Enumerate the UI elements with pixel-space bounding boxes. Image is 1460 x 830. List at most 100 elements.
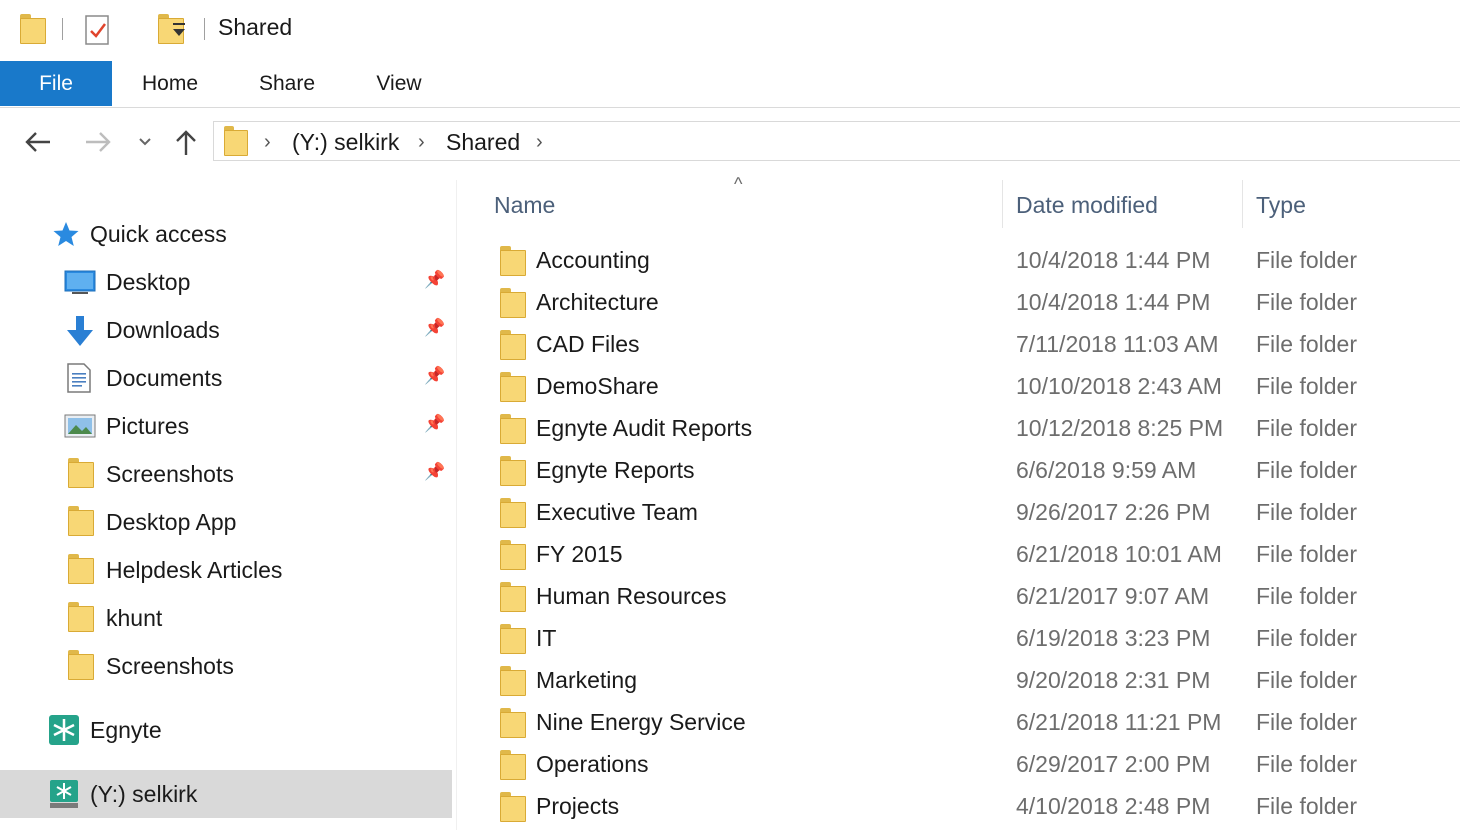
column-header-type[interactable]: Type xyxy=(1256,190,1306,220)
forward-arrow-icon[interactable] xyxy=(84,131,112,153)
file-type: File folder xyxy=(1256,751,1357,777)
toolbar-separator xyxy=(204,18,205,40)
folder-icon xyxy=(500,498,526,528)
table-row[interactable]: FY 2015 6/21/2018 10:01 AM File folder xyxy=(490,534,1460,576)
file-name: Operations xyxy=(536,751,649,777)
file-date: 6/21/2018 11:21 PM xyxy=(1016,709,1222,735)
pin-icon[interactable]: 📌 xyxy=(424,270,445,290)
table-row[interactable]: Egnyte Audit Reports 10/12/2018 8:25 PM … xyxy=(490,408,1460,450)
back-arrow-icon[interactable] xyxy=(24,131,52,153)
sidebar-item-helpdesk-articles[interactable]: Helpdesk Articles xyxy=(0,546,452,594)
pin-icon[interactable]: 📌 xyxy=(424,414,445,434)
sidebar-item-desktop[interactable]: Desktop 📌 xyxy=(0,258,452,306)
file-name: Executive Team xyxy=(536,499,698,525)
folder-icon[interactable] xyxy=(20,14,46,44)
pin-icon[interactable]: 📌 xyxy=(424,462,445,482)
file-name: Egnyte Reports xyxy=(536,457,695,483)
sidebar-item-label: Screenshots xyxy=(106,461,234,487)
table-row[interactable]: Accounting 10/4/2018 1:44 PM File folder xyxy=(490,240,1460,282)
file-date: 4/10/2018 2:48 PM xyxy=(1016,793,1211,819)
sidebar-item-label: (Y:) selkirk xyxy=(90,781,198,807)
folder-icon xyxy=(500,582,526,612)
up-arrow-icon[interactable] xyxy=(174,129,198,157)
tab-view[interactable]: View xyxy=(362,61,436,106)
sidebar-item-label: Downloads xyxy=(106,317,220,343)
table-row[interactable]: CAD Files 7/11/2018 11:03 AM File folder xyxy=(490,324,1460,366)
table-row[interactable]: Human Resources 6/21/2017 9:07 AM File f… xyxy=(490,576,1460,618)
file-name: Architecture xyxy=(536,289,659,315)
sidebar-item-label: Egnyte xyxy=(90,717,162,743)
folder-icon xyxy=(500,246,526,276)
toolbar-separator xyxy=(62,18,63,40)
sidebar-item-quick-access[interactable]: Quick access xyxy=(0,210,452,258)
table-row[interactable]: Architecture 10/4/2018 1:44 PM File fold… xyxy=(490,282,1460,324)
sidebar-item-desktop-app[interactable]: Desktop App xyxy=(0,498,452,546)
file-date: 6/21/2017 9:07 AM xyxy=(1016,583,1210,609)
folder-icon xyxy=(500,540,526,570)
table-row[interactable]: Operations 6/29/2017 2:00 PM File folder xyxy=(490,744,1460,786)
sidebar-item-screenshots-pinned[interactable]: Screenshots 📌 xyxy=(0,450,452,498)
tab-file[interactable]: File xyxy=(0,61,112,106)
folder-icon xyxy=(500,372,526,402)
recent-locations-chevron-down-icon[interactable] xyxy=(138,137,152,147)
breadcrumb-chevron-icon[interactable]: › xyxy=(418,128,425,156)
egnyte-icon xyxy=(49,715,79,745)
pin-icon[interactable]: 📌 xyxy=(424,366,445,386)
table-row[interactable]: Executive Team 9/26/2017 2:26 PM File fo… xyxy=(490,492,1460,534)
folder-icon xyxy=(500,666,526,696)
network-drive-icon xyxy=(50,780,78,808)
breadcrumb-shared[interactable]: Shared xyxy=(446,128,520,156)
sidebar-item-egnyte[interactable]: Egnyte xyxy=(0,706,452,754)
table-row[interactable]: Nine Energy Service 6/21/2018 11:21 PM F… xyxy=(490,702,1460,744)
sidebar-item-pictures[interactable]: Pictures 📌 xyxy=(0,402,452,450)
table-row[interactable]: DemoShare 10/10/2018 2:43 AM File folder xyxy=(490,366,1460,408)
file-name: Projects xyxy=(536,793,620,819)
sidebar-item-screenshots[interactable]: Screenshots xyxy=(0,642,452,690)
file-name: Marketing xyxy=(536,667,637,693)
pictures-icon xyxy=(64,414,96,438)
document-icon xyxy=(67,363,91,393)
file-date: 7/11/2018 11:03 AM xyxy=(1016,331,1219,357)
file-name: Nine Energy Service xyxy=(536,709,746,735)
folder-icon xyxy=(68,506,94,536)
column-divider[interactable] xyxy=(1002,180,1003,228)
file-date: 10/4/2018 1:44 PM xyxy=(1016,289,1211,315)
breadcrumb-chevron-icon[interactable]: › xyxy=(536,128,543,156)
sidebar-item-label: Pictures xyxy=(106,413,190,439)
sidebar-item-downloads[interactable]: Downloads 📌 xyxy=(0,306,452,354)
folder-icon xyxy=(500,414,526,444)
sidebar-item-khunt[interactable]: khunt xyxy=(0,594,452,642)
file-date: 9/20/2018 2:31 PM xyxy=(1016,667,1211,693)
sidebar-item-documents[interactable]: Documents 📌 xyxy=(0,354,452,402)
column-header-date-modified[interactable]: Date modified xyxy=(1016,190,1158,220)
file-type: File folder xyxy=(1256,541,1357,567)
table-row[interactable]: IT 6/19/2018 3:23 PM File folder xyxy=(490,618,1460,660)
breadcrumb-drive[interactable]: (Y:) selkirk xyxy=(292,128,399,156)
folder-icon xyxy=(68,650,94,680)
file-type: File folder xyxy=(1256,499,1357,525)
file-type: File folder xyxy=(1256,415,1357,441)
window-title: Shared xyxy=(218,14,293,40)
table-row[interactable]: Projects 4/10/2018 2:48 PM File folder xyxy=(490,786,1460,828)
table-row[interactable]: Egnyte Reports 6/6/2018 9:59 AM File fol… xyxy=(490,450,1460,492)
sidebar-item-drive-selkirk[interactable]: (Y:) selkirk xyxy=(0,770,452,818)
ribbon: File Home Share View xyxy=(0,61,1460,108)
file-name: Human Resources xyxy=(536,583,727,609)
breadcrumb-chevron-icon[interactable]: › xyxy=(264,128,271,156)
sidebar-item-label: Quick access xyxy=(90,221,227,247)
folder-icon xyxy=(500,792,526,822)
file-type: File folder xyxy=(1256,289,1357,315)
tab-home[interactable]: Home xyxy=(128,61,212,106)
file-type: File folder xyxy=(1256,373,1357,399)
table-row[interactable]: Marketing 9/20/2018 2:31 PM File folder xyxy=(490,660,1460,702)
column-header-name[interactable]: Name xyxy=(494,190,555,220)
customize-toolbar-dropdown-icon[interactable] xyxy=(170,20,188,40)
pin-icon[interactable]: 📌 xyxy=(424,318,445,338)
file-type: File folder xyxy=(1256,667,1357,693)
file-date: 6/29/2017 2:00 PM xyxy=(1016,751,1211,777)
properties-checklist-icon[interactable] xyxy=(84,14,112,46)
tab-share[interactable]: Share xyxy=(246,61,328,106)
column-divider[interactable] xyxy=(1242,180,1243,228)
sidebar-item-label: khunt xyxy=(106,605,163,631)
address-bar[interactable]: › (Y:) selkirk › Shared › xyxy=(213,121,1460,161)
